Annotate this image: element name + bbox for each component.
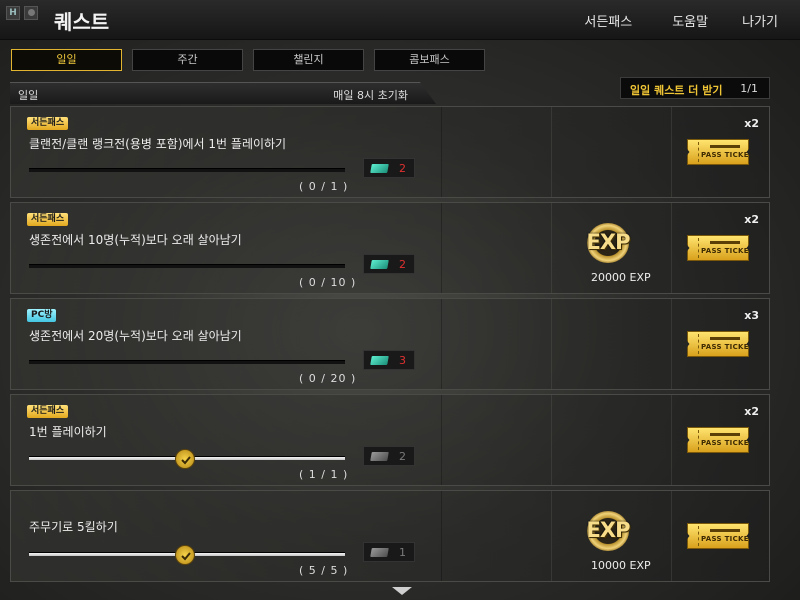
tab-challenge[interactable]: 챌린지	[253, 49, 364, 71]
ticket-reward: 3	[363, 350, 415, 370]
quest-progress: ( 1 / 1 )	[299, 468, 349, 481]
ticket-icon	[370, 260, 389, 269]
ticket-reward: 2	[363, 254, 415, 274]
exp-medal-icon: EXP	[579, 509, 637, 553]
progress-bar	[29, 168, 345, 172]
ticket-count: 3	[399, 354, 406, 367]
quest-progress: ( 5 / 5 )	[299, 564, 349, 577]
more-quest-button[interactable]: 일일 퀘스트 더 받기 1/1	[620, 77, 770, 99]
ticket-reward: 2	[363, 446, 415, 466]
quest-title: 클랜전/클랜 랭크전(용병 포함)에서 1번 플레이하기	[29, 137, 287, 151]
quest-row: 서든패스 1번 플레이하기 2 ( 1 / 1 ) x2 PASS TICKET	[10, 394, 770, 486]
scroll-down-arrow-icon[interactable]	[392, 587, 412, 595]
pass-ticket-icon: PASS TICKET	[687, 139, 749, 165]
hotkey-h-icon[interactable]: H	[6, 6, 20, 20]
quest-tabs: 일일 주간 챌린지 콤보패스	[11, 49, 485, 71]
pass-ticket-icon: PASS TICKET	[687, 235, 749, 261]
more-quest-label: 일일 퀘스트 더 받기	[630, 84, 723, 97]
exp-reward: 20000 EXP	[591, 271, 651, 284]
ticket-icon	[370, 548, 389, 557]
nav-sudden-pass[interactable]: 서든패스	[584, 11, 632, 30]
tab-combo-pass[interactable]: 콤보패스	[374, 49, 485, 71]
quest-row: 서든패스 클랜전/클랜 랭크전(용병 포함)에서 1번 플레이하기 2 ( 0 …	[10, 106, 770, 198]
tab-weekly[interactable]: 주간	[132, 49, 243, 71]
pass-ticket-icon: PASS TICKET	[687, 523, 749, 549]
section-label: 일일	[18, 89, 39, 102]
tab-daily[interactable]: 일일	[11, 49, 122, 71]
reward-multiplier: x2	[744, 213, 759, 226]
nav-exit[interactable]: 나가기	[742, 11, 778, 30]
ticket-icon	[370, 356, 389, 365]
reward-multiplier: x3	[744, 309, 759, 322]
exp-medal-icon: EXP	[579, 221, 637, 265]
sudden-pass-badge: 서든패스	[27, 117, 69, 130]
progress-bar	[29, 264, 345, 268]
quest-title: 생존전에서 10명(누적)보다 오래 살아남기	[29, 233, 242, 247]
quest-row: PC방 생존전에서 20명(누적)보다 오래 살아남기 3 ( 0 / 20 )…	[10, 298, 770, 390]
window-icons: H	[6, 6, 38, 20]
section-header: 일일 매일 8시 초기화	[10, 82, 436, 104]
nav-help[interactable]: 도움말	[672, 11, 708, 30]
top-bar: H 퀘스트 서든패스 도움말 나가기	[0, 0, 800, 40]
ticket-count: 2	[399, 162, 406, 175]
check-icon	[175, 545, 195, 565]
exp-reward: 10000 EXP	[591, 559, 651, 572]
ticket-count: 2	[399, 450, 406, 463]
quest-title: 1번 플레이하기	[29, 425, 107, 439]
progress-bar	[29, 449, 345, 469]
quest-progress: ( 0 / 10 )	[299, 276, 357, 289]
ticket-icon	[370, 164, 389, 173]
ticket-reward: 1	[363, 542, 415, 562]
more-quest-count: 1/1	[740, 82, 758, 95]
top-nav: 서든패스 도움말 나가기	[584, 11, 800, 30]
ticket-count: 1	[399, 546, 406, 559]
record-icon[interactable]	[24, 6, 38, 20]
page-title: 퀘스트	[54, 10, 110, 34]
sudden-pass-badge: 서든패스	[27, 213, 69, 226]
pc-cafe-badge: PC방	[27, 309, 57, 322]
reset-time: 매일 8시 초기화	[333, 89, 408, 102]
pass-ticket-icon: PASS TICKET	[687, 427, 749, 453]
quest-row: 서든패스 생존전에서 10명(누적)보다 오래 살아남기 2 ( 0 / 10 …	[10, 202, 770, 294]
quest-title: 주무기로 5킬하기	[29, 520, 118, 534]
quest-progress: ( 0 / 1 )	[299, 180, 349, 193]
reward-multiplier: x2	[744, 117, 759, 130]
reward-multiplier: x2	[744, 405, 759, 418]
quest-row: 주무기로 5킬하기 1 ( 5 / 5 ) EXP 10000 EXP PASS…	[10, 490, 770, 582]
pass-ticket-icon: PASS TICKET	[687, 331, 749, 357]
ticket-reward: 2	[363, 158, 415, 178]
progress-bar	[29, 360, 345, 364]
check-icon	[175, 449, 195, 469]
ticket-count: 2	[399, 258, 406, 271]
quest-progress: ( 0 / 20 )	[299, 372, 357, 385]
sudden-pass-badge: 서든패스	[27, 405, 69, 418]
quest-title: 생존전에서 20명(누적)보다 오래 살아남기	[29, 329, 242, 343]
ticket-icon	[370, 452, 389, 461]
progress-bar	[29, 545, 345, 565]
